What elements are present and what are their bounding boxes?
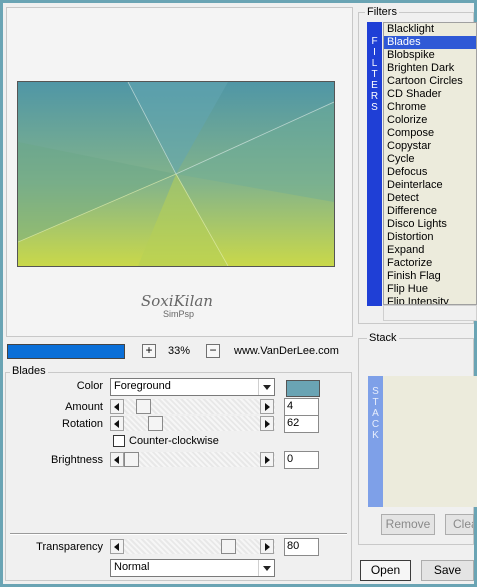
rotation-slider[interactable] (110, 416, 275, 431)
rotation-decrease-arrow-icon[interactable] (110, 416, 124, 431)
clear-button[interactable]: Clear (445, 514, 474, 535)
amount-slider-thumb[interactable] (136, 399, 151, 414)
amount-increase-arrow-icon[interactable] (260, 399, 274, 414)
zoom-in-button[interactable]: + (142, 344, 156, 358)
filters-scrollbar[interactable] (383, 305, 477, 321)
rotation-increase-arrow-icon[interactable] (260, 416, 274, 431)
stack-group-title: Stack (367, 332, 399, 344)
color-swatch[interactable] (286, 380, 320, 397)
tab-letter: L (371, 58, 378, 69)
filter-item[interactable]: Disco Lights (384, 218, 476, 231)
rotation-label: Rotation (62, 418, 103, 430)
tab-letter: S (371, 102, 378, 113)
tab-letter: A (372, 408, 379, 419)
filter-item[interactable]: Expand (384, 244, 476, 257)
filter-item[interactable]: Flip Hue (384, 283, 476, 296)
filter-item[interactable]: Brighten Dark (384, 62, 476, 75)
zoom-out-button[interactable]: − (206, 344, 220, 358)
tab-letter: C (371, 419, 380, 430)
filter-item[interactable]: Flip Intensity (384, 296, 476, 304)
transparency-slider[interactable] (110, 539, 275, 554)
chevron-down-icon[interactable] (258, 560, 274, 576)
filter-item[interactable]: Blacklight (384, 23, 476, 36)
rotation-input[interactable]: 62 (284, 415, 319, 433)
amount-decrease-arrow-icon[interactable] (110, 399, 124, 414)
signature-subtext: SimPsp (163, 309, 195, 319)
filter-item[interactable]: Defocus (384, 166, 476, 179)
filter-item[interactable]: Distortion (384, 231, 476, 244)
filter-item[interactable]: Colorize (384, 114, 476, 127)
preview-image (17, 81, 335, 267)
blades-group-title: Blades (10, 365, 48, 377)
filter-item[interactable]: Cycle (384, 153, 476, 166)
tab-letter: K (372, 430, 379, 441)
filter-item[interactable]: Finish Flag (384, 270, 476, 283)
filter-item[interactable]: Detect (384, 192, 476, 205)
filters-list[interactable]: Blacklight Blades Blobspike Brighten Dark Ca… (383, 22, 477, 305)
counter-clockwise-checkbox[interactable] (113, 435, 125, 447)
save-button[interactable]: Save (421, 560, 474, 581)
color-select-value: Foreground (114, 380, 171, 392)
tab-letter: T (371, 69, 378, 80)
stack-list[interactable] (383, 376, 477, 507)
color-label: Color (76, 380, 103, 392)
signature-text: SoxiKilan (141, 292, 213, 310)
brightness-input[interactable]: 0 (284, 451, 319, 469)
stack-tab-letters: STACK (368, 386, 383, 441)
zoom-progress-bar (7, 344, 125, 359)
amount-label: Amount (65, 401, 103, 413)
brightness-label: Brightness (51, 454, 103, 466)
blades-preview-graphic (18, 82, 334, 266)
tab-letter: I (373, 47, 376, 58)
transparency-slider-thumb[interactable] (221, 539, 236, 554)
tab-letter: S (372, 386, 379, 397)
vendor-link[interactable]: www.VanDerLee.com (234, 345, 339, 357)
signature-watermark: SoxiKilan SimPsp (141, 293, 221, 327)
brightness-increase-arrow-icon[interactable] (260, 452, 274, 467)
open-button[interactable]: Open (360, 560, 411, 581)
tab-letter: F (371, 36, 378, 47)
amount-slider[interactable] (110, 399, 275, 414)
filter-item[interactable]: Blobspike (384, 49, 476, 62)
filters-tab-letters: FILTERS (367, 36, 382, 113)
filters-group-title: Filters (365, 6, 399, 18)
chevron-down-icon[interactable] (258, 379, 274, 395)
brightness-slider-thumb[interactable] (124, 452, 139, 467)
blend-mode-select[interactable]: Normal (110, 559, 275, 577)
filter-item[interactable]: Copystar (384, 140, 476, 153)
tab-letter: T (372, 397, 379, 408)
filter-item[interactable]: Deinterlace (384, 179, 476, 192)
tab-letter: E (371, 80, 378, 91)
blend-mode-value: Normal (114, 561, 150, 573)
filter-item[interactable]: CD Shader (384, 88, 476, 101)
filters-tab[interactable]: FILTERS (367, 22, 382, 306)
amount-input[interactable]: 4 (284, 398, 319, 416)
color-select[interactable]: Foreground (110, 378, 275, 396)
rotation-slider-thumb[interactable] (148, 416, 163, 431)
filter-item[interactable]: Compose (384, 127, 476, 140)
zoom-percentage: 33% (168, 345, 191, 357)
brightness-decrease-arrow-icon[interactable] (110, 452, 124, 467)
transparency-label: Transparency (36, 541, 103, 553)
filter-item[interactable]: Factorize (384, 257, 476, 270)
transparency-decrease-arrow-icon[interactable] (110, 539, 124, 554)
separator (10, 533, 347, 535)
filter-item[interactable]: Difference (384, 205, 476, 218)
filter-item[interactable]: Cartoon Circles (384, 75, 476, 88)
vanderlee-filter-dialog: SoxiKilan SimPsp + 33% − www.VanDerLee.c… (3, 3, 477, 584)
stack-tab[interactable]: STACK (368, 376, 383, 507)
tab-letter: R (370, 91, 379, 102)
filter-item[interactable]: Chrome (384, 101, 476, 114)
transparency-input[interactable]: 80 (284, 538, 319, 556)
filter-item[interactable]: Blades (384, 36, 476, 49)
remove-button[interactable]: Remove (381, 514, 435, 535)
counter-clockwise-label: Counter-clockwise (129, 435, 219, 447)
transparency-increase-arrow-icon[interactable] (260, 539, 274, 554)
